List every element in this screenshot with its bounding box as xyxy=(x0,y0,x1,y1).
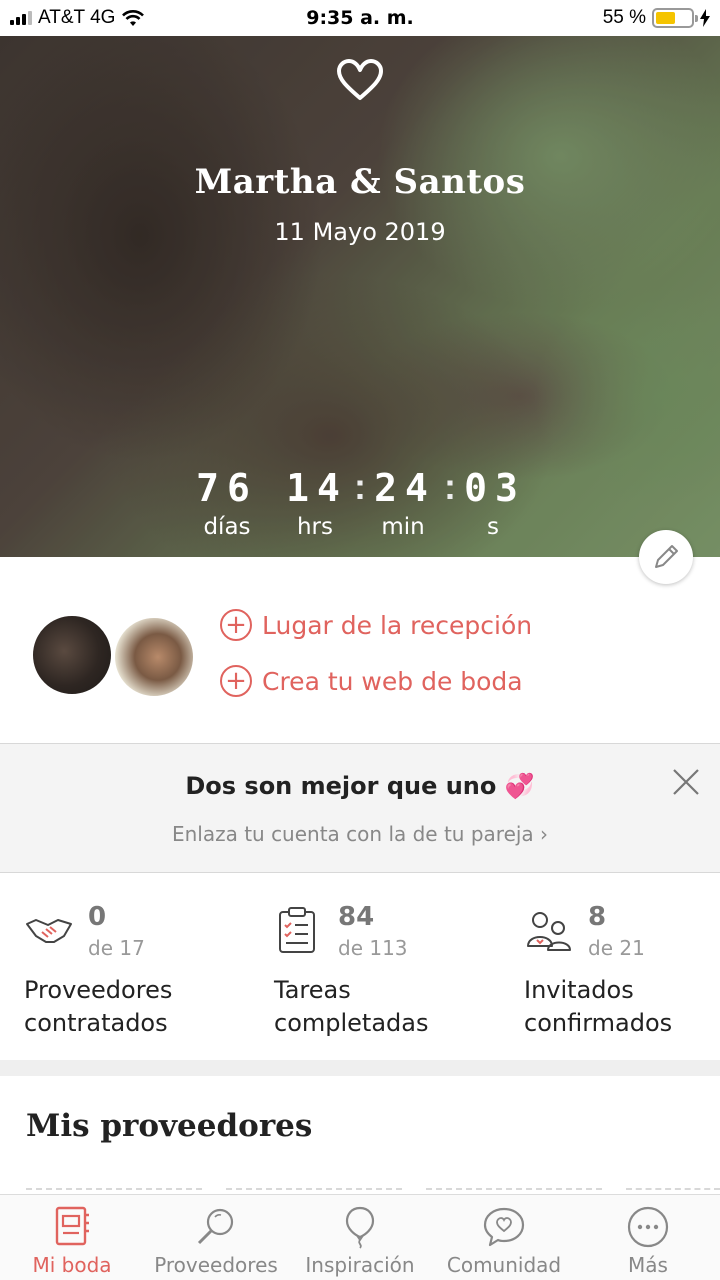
planner-icon xyxy=(55,1206,89,1246)
couple-profile: + Lugar de la recepción + Crea tu web de… xyxy=(0,557,720,743)
status-bar: AT&T 4G 9:35 a. m. 55 % xyxy=(0,0,720,36)
tab-label: Proveedores xyxy=(154,1253,278,1277)
balloon-icon xyxy=(345,1206,375,1249)
countdown-separator: : xyxy=(354,466,366,507)
guests-icon xyxy=(527,912,571,951)
tab-mas[interactable]: Más xyxy=(576,1195,720,1280)
avatar-partner-1[interactable] xyxy=(30,613,114,697)
stat-tasks-total: de 113 xyxy=(338,936,408,960)
stat-tasks-value: 84 xyxy=(338,902,375,932)
stat-vendors-label: Proveedores contratados xyxy=(24,976,173,1037)
checklist-icon xyxy=(279,907,315,953)
stat-guests-label: Invitados confirmados xyxy=(524,976,673,1037)
tab-label: Inspiración xyxy=(305,1253,415,1277)
tab-comunidad[interactable]: Comunidad xyxy=(432,1195,576,1280)
stat-tasks-label: Tareas completadas xyxy=(274,976,429,1037)
summary-stats: 0 de 17 Proveedores contratados 84 de 11… xyxy=(0,874,720,1060)
couple-names: Martha & Santos xyxy=(194,162,526,202)
create-website-label: Crea tu web de boda xyxy=(262,666,523,696)
stat-tasks[interactable]: 84 de 113 Tareas completadas xyxy=(274,874,514,1060)
my-vendors-section: Mis proveedores xyxy=(0,1076,720,1196)
countdown-hours: 14 xyxy=(286,466,348,510)
countdown-days: 76 xyxy=(196,466,258,510)
handshake-icon xyxy=(26,919,72,943)
my-vendors-title: Mis proveedores xyxy=(26,1108,313,1144)
countdown-seconds-label: s xyxy=(487,514,499,540)
search-icon xyxy=(197,1208,234,1245)
close-icon[interactable] xyxy=(670,766,702,798)
section-divider xyxy=(0,1060,720,1076)
plus-circle-icon: + xyxy=(220,665,252,697)
countdown-minutes-label: min xyxy=(381,514,425,540)
chat-heart-icon xyxy=(483,1207,525,1247)
stat-vendors-total: de 17 xyxy=(88,936,145,960)
stat-guests-value: 8 xyxy=(588,902,607,932)
tab-mi-boda[interactable]: Mi boda xyxy=(0,1195,144,1280)
countdown-days-label: días xyxy=(203,514,251,540)
create-website-link[interactable]: + Crea tu web de boda xyxy=(220,665,523,697)
avatar-partner-2[interactable] xyxy=(112,615,196,699)
heart-logo-icon xyxy=(337,59,383,100)
countdown-separator: : xyxy=(444,466,456,507)
banner-title: Dos son mejor que uno 💞 xyxy=(185,772,535,800)
tab-inspiracion[interactable]: Inspiración xyxy=(288,1195,432,1280)
add-reception-link[interactable]: + Lugar de la recepción xyxy=(220,609,532,641)
stat-guests-total: de 21 xyxy=(588,936,645,960)
charging-icon xyxy=(700,9,710,27)
stat-vendors[interactable]: 0 de 17 Proveedores contratados xyxy=(24,874,264,1060)
more-icon xyxy=(627,1206,669,1248)
tab-label: Comunidad xyxy=(446,1253,562,1277)
bottom-tab-bar: Mi boda Proveedores Inspiración Comunida… xyxy=(0,1194,720,1280)
hero-cover-photo[interactable]: Martha & Santos 11 Mayo 2019 76 14 : 24 … xyxy=(0,36,720,557)
battery-percent: 55 % xyxy=(602,7,646,28)
edit-cover-button[interactable] xyxy=(639,530,693,584)
link-partner-banner[interactable]: Dos son mejor que uno 💞 Enlaza tu cuenta… xyxy=(0,743,720,873)
plus-circle-icon: + xyxy=(220,609,252,641)
link-account-link[interactable]: Enlaza tu cuenta con la de tu pareja › xyxy=(0,822,720,846)
stat-guests[interactable]: 8 de 21 Invitados confirmados xyxy=(524,874,720,1060)
wedding-date: 11 Mayo 2019 xyxy=(274,218,446,246)
pencil-icon xyxy=(655,545,678,568)
countdown-hours-label: hrs xyxy=(296,514,334,540)
countdown-minutes: 24 xyxy=(374,466,436,510)
status-right: 55 % xyxy=(603,0,710,36)
tab-label: Mi boda xyxy=(32,1253,112,1277)
stat-vendors-value: 0 xyxy=(88,902,107,932)
add-reception-label: Lugar de la recepción xyxy=(262,610,533,640)
tab-label: Más xyxy=(628,1253,668,1277)
battery-icon xyxy=(652,8,698,28)
countdown: 76 14 : 24 : 03 días hrs min s xyxy=(0,466,720,546)
countdown-seconds: 03 xyxy=(464,466,526,510)
tab-proveedores[interactable]: Proveedores xyxy=(144,1195,288,1280)
